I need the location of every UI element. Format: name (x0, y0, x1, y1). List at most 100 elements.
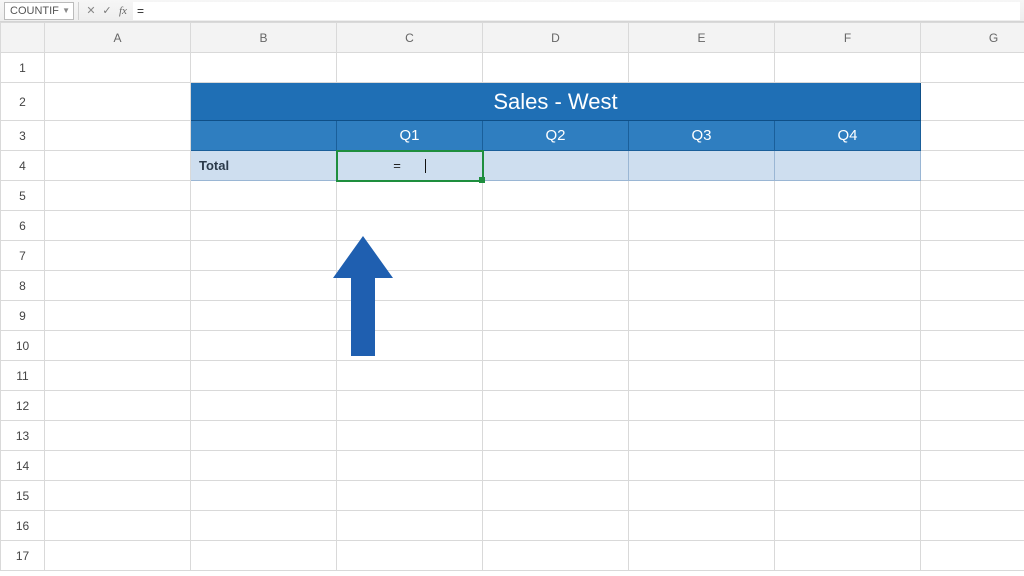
cell[interactable] (775, 421, 921, 451)
cell[interactable] (775, 53, 921, 83)
cell[interactable] (921, 421, 1024, 451)
cell[interactable] (483, 451, 629, 481)
cell[interactable] (337, 391, 483, 421)
cell[interactable] (191, 511, 337, 541)
cell[interactable] (337, 511, 483, 541)
cell[interactable] (921, 361, 1024, 391)
cell[interactable] (191, 451, 337, 481)
cell[interactable] (191, 241, 337, 271)
cell[interactable] (337, 53, 483, 83)
row-header-9[interactable]: 9 (1, 301, 45, 331)
cell[interactable] (921, 481, 1024, 511)
row-header-16[interactable]: 16 (1, 511, 45, 541)
cell[interactable] (629, 421, 775, 451)
cell[interactable] (629, 541, 775, 571)
name-box[interactable]: COUNTIF ▼ (4, 2, 74, 20)
col-header-B[interactable]: B (191, 23, 337, 53)
cell[interactable] (483, 53, 629, 83)
cell[interactable] (775, 511, 921, 541)
cell[interactable] (629, 511, 775, 541)
cell[interactable] (483, 361, 629, 391)
cell[interactable] (45, 361, 191, 391)
cell[interactable] (921, 83, 1024, 121)
cell[interactable] (775, 481, 921, 511)
cell[interactable] (921, 211, 1024, 241)
cell[interactable] (775, 361, 921, 391)
row-header-14[interactable]: 14 (1, 451, 45, 481)
cell[interactable] (921, 271, 1024, 301)
row-header-17[interactable]: 17 (1, 541, 45, 571)
cell[interactable] (45, 83, 191, 121)
cell[interactable] (775, 211, 921, 241)
spreadsheet-area[interactable]: A B C D E F G 1 2 Sales - West 3 Q1 Q2 Q… (0, 22, 1024, 576)
cell[interactable] (191, 391, 337, 421)
col-header-E[interactable]: E (629, 23, 775, 53)
cell[interactable] (337, 541, 483, 571)
cell[interactable] (921, 451, 1024, 481)
fx-icon[interactable]: fx (119, 5, 127, 17)
cell[interactable] (337, 451, 483, 481)
select-all-corner[interactable] (1, 23, 45, 53)
cell[interactable] (337, 181, 483, 211)
cell[interactable] (775, 271, 921, 301)
cell[interactable] (483, 331, 629, 361)
cell[interactable] (45, 421, 191, 451)
cell[interactable] (337, 361, 483, 391)
cell[interactable] (45, 53, 191, 83)
table-title[interactable]: Sales - West (191, 83, 921, 121)
row-header-6[interactable]: 6 (1, 211, 45, 241)
col-header-G[interactable]: G (921, 23, 1024, 53)
cell[interactable] (921, 121, 1024, 151)
table-header-q4[interactable]: Q4 (775, 121, 921, 151)
cell[interactable] (45, 481, 191, 511)
cell[interactable] (483, 391, 629, 421)
confirm-entry-button[interactable]: ✓ (99, 3, 115, 19)
table-header-blank[interactable] (191, 121, 337, 151)
row-header-12[interactable]: 12 (1, 391, 45, 421)
cell[interactable] (191, 181, 337, 211)
cell[interactable] (629, 481, 775, 511)
cell[interactable] (337, 211, 483, 241)
cell[interactable] (775, 541, 921, 571)
cell[interactable] (45, 241, 191, 271)
cell[interactable] (629, 361, 775, 391)
cell[interactable] (337, 331, 483, 361)
cell[interactable] (191, 361, 337, 391)
cell[interactable] (629, 241, 775, 271)
cell[interactable] (629, 181, 775, 211)
cell[interactable] (45, 181, 191, 211)
cell[interactable] (483, 181, 629, 211)
cell[interactable] (629, 53, 775, 83)
cell[interactable] (629, 211, 775, 241)
col-header-F[interactable]: F (775, 23, 921, 53)
cell[interactable] (629, 451, 775, 481)
cell[interactable] (775, 391, 921, 421)
cell[interactable] (629, 331, 775, 361)
cell[interactable] (483, 301, 629, 331)
cell[interactable] (775, 181, 921, 211)
cell[interactable] (921, 151, 1024, 181)
row-header-2[interactable]: 2 (1, 83, 45, 121)
cell[interactable] (337, 301, 483, 331)
cell[interactable] (483, 511, 629, 541)
cell[interactable] (191, 421, 337, 451)
table-cell-q3[interactable] (629, 151, 775, 181)
row-header-4[interactable]: 4 (1, 151, 45, 181)
cell[interactable] (191, 331, 337, 361)
active-cell-C4[interactable]: = (337, 151, 483, 181)
cell[interactable] (45, 211, 191, 241)
cell[interactable] (191, 271, 337, 301)
row-header-11[interactable]: 11 (1, 361, 45, 391)
cell[interactable] (483, 241, 629, 271)
col-header-A[interactable]: A (45, 23, 191, 53)
cell[interactable] (921, 391, 1024, 421)
col-header-C[interactable]: C (337, 23, 483, 53)
cell[interactable] (483, 421, 629, 451)
row-header-10[interactable]: 10 (1, 331, 45, 361)
cell[interactable] (483, 481, 629, 511)
cell[interactable] (629, 391, 775, 421)
cell[interactable] (191, 211, 337, 241)
table-header-q1[interactable]: Q1 (337, 121, 483, 151)
cell[interactable] (921, 331, 1024, 361)
row-header-1[interactable]: 1 (1, 53, 45, 83)
